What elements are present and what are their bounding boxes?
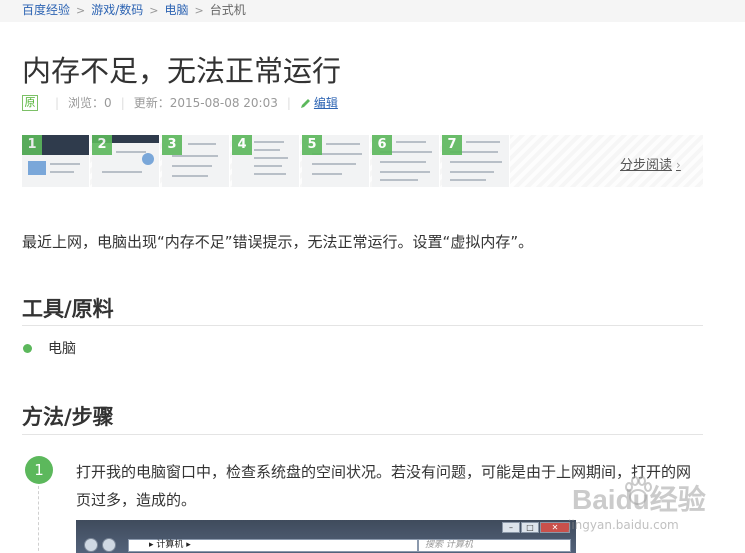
meta-divider: |: [120, 96, 125, 110]
search-box: 搜索 计算机: [418, 539, 571, 552]
view-count: 浏览：0: [68, 96, 112, 110]
pencil-icon: [300, 98, 310, 108]
chevron-right-icon: ›: [676, 158, 681, 172]
thumbnail-number: 4: [232, 135, 252, 155]
breadcrumb-current: 台式机: [209, 3, 246, 17]
thumbnail-number: 1: [22, 135, 42, 155]
thumbnail-image: [326, 143, 360, 145]
thumbnail-image: [450, 161, 502, 163]
breadcrumb-separator-icon: >: [194, 4, 204, 17]
breadcrumb-link-home[interactable]: 百度经验: [22, 3, 70, 17]
thumbnail-image: [116, 151, 146, 153]
breadcrumb: 百度经验 > 游戏/数码 > 电脑 > 台式机: [0, 0, 745, 22]
tool-item: 电脑: [22, 338, 76, 358]
edit-link[interactable]: 编辑: [300, 95, 338, 111]
step-thumbnail-6[interactable]: 6: [372, 135, 440, 187]
thumbnail-image: [254, 165, 282, 167]
breadcrumb-link-games-digital[interactable]: 游戏/数码: [91, 3, 143, 17]
article-intro: 最近上网，电脑出现“内存不足”错误提示，无法正常运行。设置“虚拟内存”。: [22, 233, 534, 251]
bullet-dot-icon: [23, 343, 32, 353]
thumbnail-image: [380, 179, 418, 181]
step-number-badge: 1: [25, 456, 53, 484]
section-divider: [22, 434, 703, 435]
thumbnail-image: [312, 163, 356, 165]
thumbnail-image: [28, 161, 46, 175]
watermark-logo-suffix: 经验: [649, 484, 706, 515]
thumbnail-image: [172, 175, 208, 177]
thumbnail-image: [50, 163, 80, 165]
thumbnail-image: [254, 149, 280, 151]
thumbnail-image: [450, 171, 494, 173]
thumbnail-image: [254, 173, 286, 175]
updated-time: 更新：2015-08-08 20:03: [133, 96, 278, 110]
breadcrumb-link-computer[interactable]: 电脑: [165, 3, 189, 17]
step-thumbnail-2[interactable]: 2: [92, 135, 160, 187]
thumbnail-image: [172, 165, 212, 167]
thumbnail-image: [172, 155, 218, 157]
tools-heading: 工具/原料: [22, 297, 114, 321]
section-divider: [22, 325, 703, 326]
thumbnail-image: [102, 171, 142, 173]
edit-label: 编辑: [313, 96, 338, 110]
thumbnail-image: [254, 157, 288, 159]
thumbnail-image: [396, 141, 426, 143]
meta-divider: |: [286, 96, 291, 110]
thumbnail-image: [142, 153, 154, 165]
original-badge: 原: [22, 95, 38, 111]
method-heading: 方法/步骤: [22, 405, 114, 429]
thumbnail-image: [380, 171, 430, 173]
thumbnail-number: 6: [372, 135, 392, 155]
thumbnail-image: [450, 179, 486, 181]
step-screenshot: – □ ✕ ▸ 计算机 ▸ 搜索 计算机: [76, 520, 576, 553]
step-thumbnail-3[interactable]: 3: [162, 135, 230, 187]
breadcrumb-separator-icon: >: [149, 4, 159, 17]
thumbnail-image: [254, 141, 284, 143]
watermark-url: jingyan.baidu.com: [568, 518, 679, 532]
thumbnail-image: [50, 171, 74, 173]
tool-item-label: 电脑: [48, 341, 76, 357]
paw-icon: [625, 476, 652, 505]
page-title: 内存不足，无法正常运行: [22, 54, 342, 88]
thumbnail-number: 2: [92, 135, 112, 155]
thumbnail-number: 5: [302, 135, 322, 155]
step-thumbnail-4[interactable]: 4: [232, 135, 300, 187]
back-arrow-icon: [84, 538, 98, 552]
step-reading-label: 分步阅读: [620, 158, 673, 173]
thumbnail-image: [380, 161, 426, 163]
article-meta: 原 | 浏览：0 | 更新：2015-08-08 20:03 | 编辑: [22, 95, 338, 111]
explorer-nav-bar: ▸ 计算机 ▸ 搜索 计算机: [76, 537, 576, 553]
address-bar: ▸ 计算机 ▸: [128, 539, 418, 552]
thumbnail-image: [188, 143, 216, 145]
minimize-icon: –: [502, 522, 520, 533]
step-thumbnail-7[interactable]: 7: [442, 135, 510, 187]
step-thumbnail-strip: 1 2 3 4 5 6 7 分步阅读 ›: [22, 135, 703, 187]
maximize-icon: □: [521, 522, 539, 533]
thumbnail-number: 7: [442, 135, 462, 155]
meta-divider: |: [55, 96, 60, 110]
thumbnail-number: 3: [162, 135, 182, 155]
step-timeline-line: [38, 486, 39, 553]
thumbnail-image: [466, 141, 500, 143]
forward-arrow-icon: [102, 538, 116, 552]
step-thumbnail-5[interactable]: 5: [302, 135, 370, 187]
breadcrumb-separator-icon: >: [76, 4, 86, 17]
thumbnail-image: [312, 173, 342, 175]
step-thumbnail-1[interactable]: 1: [22, 135, 90, 187]
step-reading-link[interactable]: 分步阅读 ›: [620, 154, 681, 173]
baidu-jingyan-watermark: Baidu经验 jingyan.baidu.com: [560, 474, 720, 544]
